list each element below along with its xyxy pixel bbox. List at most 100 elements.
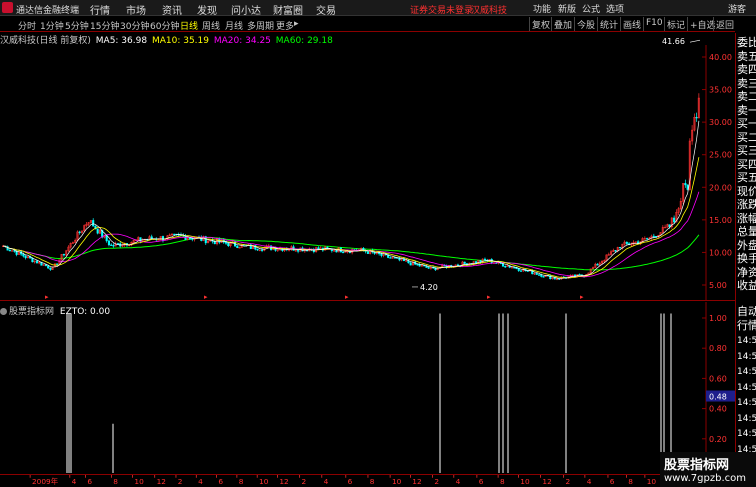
- user-guest[interactable]: 游客: [728, 2, 746, 15]
- chart-title: 汉威科技(日线 前复权): [0, 36, 91, 46]
- quote-label: 涨幅: [737, 211, 756, 225]
- tab-5min[interactable]: 5分钟: [65, 19, 89, 32]
- candle-body: [96, 228, 99, 234]
- candle-body: [366, 251, 369, 254]
- kline-chart[interactable]: 40.0035.0030.0025.0020.0015.0010.005.00 …: [0, 33, 735, 301]
- menu-xinban[interactable]: 新版: [558, 2, 576, 15]
- date-tick-label: 12: [412, 477, 421, 486]
- quote-label: 买五: [737, 171, 756, 184]
- date-tick-label: 6: [218, 477, 223, 486]
- tab-1min[interactable]: 1分钟: [40, 19, 64, 32]
- candle-body: [112, 245, 115, 247]
- indicator-tick-label: 0.80: [709, 344, 727, 353]
- indicator-chart[interactable]: 1.00 0.80 0.60 0.40 0.20 0.48: [0, 302, 735, 474]
- jingu-button[interactable]: 今股: [574, 17, 597, 31]
- candle-body: [62, 254, 65, 256]
- candle-body: [78, 231, 81, 233]
- candle-body: [256, 248, 259, 251]
- trade-time: 14:50: [737, 367, 756, 377]
- fuquan-button[interactable]: 复权: [529, 17, 552, 31]
- candle-body: [535, 273, 538, 275]
- menu-hangqing[interactable]: 行情: [90, 2, 110, 17]
- more-arrow-icon[interactable]: ▸: [294, 19, 299, 29]
- quote-label: 委比: [737, 36, 756, 49]
- tongji-button[interactable]: 统计: [597, 17, 620, 31]
- date-tick-label: 6: [610, 477, 615, 486]
- diejia-button[interactable]: 叠加: [551, 17, 574, 31]
- menu-gongneng[interactable]: 功能: [533, 2, 551, 15]
- tab-60min[interactable]: 60分钟: [150, 19, 179, 32]
- event-marker-icon[interactable]: ▸: [487, 293, 491, 301]
- date-tick-label: 8: [113, 477, 118, 486]
- menu-jiaoyi[interactable]: 交易: [316, 2, 336, 17]
- date-tick-label: 8: [500, 477, 505, 486]
- tab-15min[interactable]: 15分钟: [90, 19, 119, 32]
- candle-body: [517, 268, 520, 271]
- indicator-current-value: 0.48: [709, 393, 727, 402]
- indicator-settings-icon[interactable]: [0, 308, 7, 315]
- candle-body: [504, 266, 507, 268]
- tab-monthly[interactable]: 月线: [225, 19, 243, 32]
- tab-30min[interactable]: 30分钟: [120, 19, 149, 32]
- candle-body: [236, 245, 239, 249]
- event-marker-icon[interactable]: ▸: [45, 293, 49, 301]
- candle-body: [92, 220, 95, 227]
- candle-body: [116, 243, 119, 245]
- date-tick-label: 12: [157, 477, 166, 486]
- watermark-url: www.7gpzb.com: [664, 473, 746, 484]
- date-tick-label: 4: [587, 477, 592, 486]
- tab-fenshi[interactable]: 分时: [18, 19, 36, 32]
- trade-time: 14:50: [737, 413, 756, 424]
- candle-body: [393, 257, 396, 259]
- menu-bar: 通达信金融终端 行情 市场 资讯 发现 问小达 财富圈 交易 证券交易未登录 汉…: [0, 0, 756, 17]
- date-tick-label: 4: [72, 477, 77, 486]
- candle-body: [526, 270, 529, 272]
- quote-panel: 委比卖五卖四卖三卖二卖一买一买二买三买四买五现价涨跌涨幅总量外盘换手净资收益自动…: [735, 33, 756, 487]
- candle-body: [409, 262, 412, 266]
- biaoji-button[interactable]: 标记: [664, 17, 687, 31]
- date-tick-label: 8: [370, 477, 375, 486]
- event-marker-icon[interactable]: ▸: [580, 293, 584, 301]
- back-button[interactable]: 返回: [713, 17, 736, 31]
- quote-label: 买三: [737, 144, 756, 157]
- login-status[interactable]: 证券交易未登录: [410, 3, 473, 16]
- huaxian-button[interactable]: 画线: [620, 17, 643, 31]
- event-marker-icon[interactable]: ▸: [204, 293, 208, 301]
- date-tick-label: 12: [279, 477, 288, 486]
- candle-body: [427, 267, 430, 269]
- candle-body: [49, 267, 52, 270]
- price-tick-label: 40.00: [709, 53, 732, 62]
- tab-daily[interactable]: 日线: [180, 19, 198, 32]
- price-tick-label: 10.00: [709, 248, 732, 257]
- menu-gongshi[interactable]: 公式: [582, 2, 600, 15]
- menu-wenxiaoda[interactable]: 问小达: [231, 2, 261, 17]
- menu-shichang[interactable]: 市场: [126, 2, 146, 17]
- event-marker-icon[interactable]: ▸: [345, 293, 349, 301]
- price-tick-label: 35.00: [709, 86, 732, 95]
- tab-more[interactable]: 更多: [276, 19, 294, 32]
- menu-xuanxiang[interactable]: 选项: [606, 2, 624, 15]
- candle-body: [513, 267, 516, 269]
- low-price-label: 4.20: [420, 283, 438, 292]
- tab-multi-period[interactable]: 多周期: [247, 19, 274, 32]
- candle-body: [8, 249, 11, 252]
- quote-label: 净资: [737, 265, 756, 279]
- f10-button[interactable]: F10: [643, 17, 665, 31]
- indicator-tick-label: 0.40: [709, 405, 727, 414]
- date-tick-label: 2: [302, 477, 307, 486]
- candle-body: [416, 263, 419, 266]
- trade-time: 14:50: [737, 382, 756, 393]
- menu-zixun[interactable]: 资讯: [162, 2, 182, 17]
- date-tick-label: 2: [178, 477, 183, 486]
- candle-body: [35, 260, 38, 264]
- menu-caifuquan[interactable]: 财富圈: [273, 2, 303, 17]
- date-tick-label: 10: [134, 477, 144, 486]
- info-line: 汉威科技(日线 前复权) MA5: 36.98 MA10: 35.19 MA20…: [0, 33, 335, 46]
- candle-body: [22, 253, 25, 257]
- indicator-formula: EZTO: 0.00: [59, 307, 111, 317]
- quote-label: 买四: [737, 157, 756, 171]
- quote-label: 总量: [737, 225, 756, 238]
- tab-weekly[interactable]: 周线: [202, 19, 220, 32]
- menu-faxian[interactable]: 发现: [197, 2, 217, 17]
- candle-body: [418, 264, 421, 267]
